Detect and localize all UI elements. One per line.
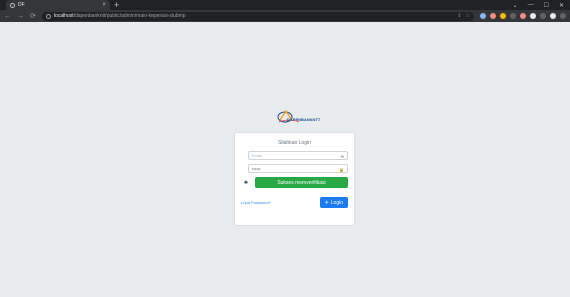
extension-icon[interactable] [480,13,486,19]
logo-text: DAPENBANKNTT [287,117,321,122]
browser-toolbar: ← → ⟳ localhost/dapenbankntt/public/admi… [0,10,570,22]
extensions-bar [480,13,566,19]
bookmark-star-icon[interactable]: ☆ [466,13,470,19]
share-icon[interactable]: ⇪ [457,13,461,19]
verify-button[interactable]: Sukses memverifikasi [255,177,348,188]
login-title: Silahkan Login [278,140,311,146]
login-button-label: Login [330,199,343,206]
browser-tab[interactable]: DF × [6,0,110,10]
paper-plane-icon: ✈ [324,199,329,206]
extension-icon[interactable] [510,13,516,19]
forward-button[interactable]: → [17,13,24,20]
address-bar[interactable]: localhost/dapenbankntt/public/admin/main… [41,11,474,21]
extension-icon[interactable] [500,13,506,19]
login-actions: Lupa Password? ✈ Login [241,197,348,208]
window-controls: ⌄ — ☐ ✕ [513,2,570,9]
lock-icon: 🔒 [339,167,344,172]
minimize-button[interactable]: — [528,2,534,9]
email-input[interactable] [249,153,344,158]
browser-tab-strip: DF × + ⌄ — ☐ ✕ [0,0,570,10]
verification-row: ♣ Sukses memverifikasi [241,177,348,188]
password-field[interactable]: 🔒 [248,164,348,173]
new-tab-button[interactable]: + [114,0,119,10]
tab-close-icon[interactable]: × [102,2,106,8]
url-text[interactable]: localhost/dapenbankntt/public/admin/main… [54,13,186,19]
envelope-icon: ✉ [340,154,344,159]
omnibox-actions: ⇪ ☆ [457,13,470,19]
tab-favicon-icon [10,2,15,8]
maximize-button[interactable]: ☐ [544,2,549,9]
sidebar-icon[interactable] [540,13,546,19]
reload-button[interactable]: ⟳ [30,13,36,20]
extensions-puzzle-icon[interactable] [530,13,536,19]
url-host: localhost [53,13,74,19]
back-button[interactable]: ← [4,13,11,20]
tab-search-icon[interactable]: ⌄ [513,2,518,9]
forgot-password-link[interactable]: Lupa Password? [241,200,271,205]
extension-icon[interactable] [490,13,496,19]
password-input[interactable] [249,166,344,171]
browser-menu-icon[interactable] [560,13,566,19]
login-card: Silahkan Login ✉ 🔒 ♣ Sukses memverifikas… [235,133,354,225]
profile-avatar[interactable] [550,13,556,19]
extension-icon[interactable] [520,13,526,19]
tab-title: DF [18,2,25,8]
url-path: /dapenbankntt/public/admin/main-keperasi… [73,13,186,19]
site-info-icon[interactable] [45,13,51,19]
close-window-button[interactable]: ✕ [559,2,564,9]
login-button[interactable]: ✈ Login [319,197,348,208]
email-field[interactable]: ✉ [248,151,348,160]
verification-icon: ♣ [244,179,248,186]
